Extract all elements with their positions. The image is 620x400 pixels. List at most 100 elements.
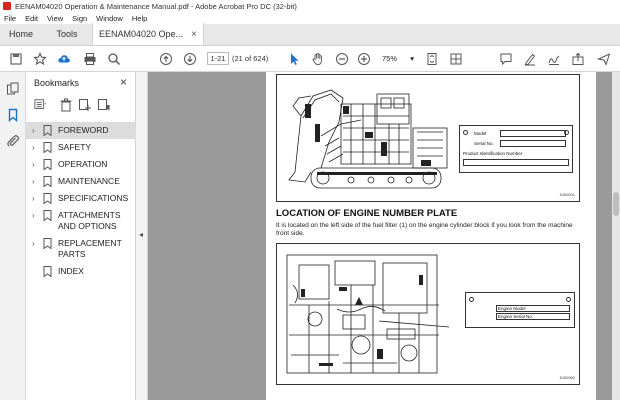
- share-icon[interactable]: [570, 51, 586, 67]
- page-thumbnails-icon[interactable]: [6, 82, 20, 96]
- chevron-right-icon[interactable]: ›: [32, 193, 40, 204]
- bookmark-label: REPLACEMENT PARTS: [58, 238, 122, 259]
- sign-icon[interactable]: [546, 51, 562, 67]
- new-bookmark-icon[interactable]: [78, 98, 92, 112]
- chevron-right-icon[interactable]: ›: [32, 176, 40, 187]
- bookmark-item-attachments[interactable]: › ATTACHMENTS AND OPTIONS: [26, 207, 136, 235]
- bookmark-label: SAFETY: [58, 142, 92, 152]
- add-bookmark-icon[interactable]: [97, 98, 111, 112]
- zoom-search-icon[interactable]: [106, 51, 122, 67]
- cloud-upload-icon[interactable]: [56, 51, 72, 67]
- tab-tools[interactable]: Tools: [42, 23, 92, 45]
- zoom-select[interactable]: 75% ▾: [380, 52, 416, 65]
- title-bar: EENAM04020 Operation & Maintenance Manua…: [0, 0, 620, 12]
- machine-illustration-figure: Model Serial No. Product Identification …: [276, 74, 580, 202]
- figure-code: 5J00002: [559, 375, 575, 380]
- bookmark-icon: [43, 176, 52, 187]
- close-panel-icon[interactable]: ×: [120, 75, 127, 89]
- bookmark-label: FOREWORD: [58, 125, 109, 135]
- bookmark-list: › FOREWORD › SAFETY › OPERATION › MAINTE…: [26, 122, 136, 280]
- save-icon[interactable]: [8, 51, 24, 67]
- plate-serial-label: Serial No.: [474, 141, 494, 146]
- section-heading: LOCATION OF ENGINE NUMBER PLATE: [276, 208, 458, 219]
- attachment-icon[interactable]: [6, 134, 20, 148]
- delete-bookmark-icon[interactable]: [59, 98, 73, 112]
- menu-file[interactable]: File: [4, 14, 16, 23]
- bookmark-icon: [43, 210, 52, 221]
- collapse-panel-icon[interactable]: ◂: [139, 230, 143, 239]
- page-count: (21 of 624): [232, 54, 269, 63]
- chevron-right-icon[interactable]: ›: [32, 125, 40, 136]
- zoom-out-icon[interactable]: [334, 51, 350, 67]
- send-icon[interactable]: [596, 51, 612, 67]
- page-number-input[interactable]: 1-21: [207, 52, 229, 65]
- previous-page-icon[interactable]: [158, 51, 174, 67]
- menu-help[interactable]: Help: [132, 14, 147, 23]
- chevron-right-icon[interactable]: ›: [32, 159, 40, 170]
- menu-sign[interactable]: Sign: [72, 14, 87, 23]
- bookmark-icon: [43, 193, 52, 204]
- bookmark-item-index[interactable]: INDEX: [26, 263, 136, 280]
- tab-document-label: EENAM04020 Ope...: [99, 29, 184, 39]
- plate-engine-serial-label: Engine Serial No.: [498, 314, 534, 319]
- engine-drawing: [286, 254, 449, 374]
- menu-window[interactable]: Window: [96, 14, 123, 23]
- vertical-scrollbar[interactable]: [612, 72, 620, 400]
- section-body-text: It is located on the left side of the fu…: [276, 222, 573, 237]
- menu-edit[interactable]: Edit: [25, 14, 38, 23]
- menu-view[interactable]: View: [47, 14, 63, 23]
- close-icon[interactable]: ×: [191, 29, 197, 40]
- excavator-drawing: [288, 89, 448, 189]
- engine-number-plate: Engine Model Engine Serial No.: [465, 292, 575, 328]
- print-icon[interactable]: [82, 51, 98, 67]
- highlight-pen-icon[interactable]: [522, 51, 538, 67]
- pdf-page: Model Serial No. Product Identification …: [266, 72, 596, 400]
- zoom-in-icon[interactable]: [356, 51, 372, 67]
- next-page-icon[interactable]: [182, 51, 198, 67]
- window-title: EENAM04020 Operation & Maintenance Manua…: [15, 1, 297, 11]
- chevron-right-icon[interactable]: ›: [32, 238, 40, 249]
- bookmark-panel-icon[interactable]: [6, 108, 20, 123]
- bookmark-label: ATTACHMENTS AND OPTIONS: [58, 210, 121, 231]
- scrollbar-thumb[interactable]: [613, 192, 619, 216]
- tab-bar: Home Tools EENAM04020 Ope... ×: [0, 23, 620, 46]
- bookmark-icon: [43, 238, 52, 249]
- bookmark-item-replacement-parts[interactable]: › REPLACEMENT PARTS: [26, 235, 136, 263]
- bookmark-label: OPERATION: [58, 159, 108, 169]
- options-menu-icon[interactable]: [34, 98, 48, 112]
- chevron-down-icon: ▾: [410, 54, 414, 63]
- bookmark-item-specifications[interactable]: › SPECIFICATIONS: [26, 190, 136, 207]
- page-layout-icon[interactable]: [448, 51, 464, 67]
- bookmarks-header: Bookmarks: [34, 78, 80, 88]
- acrobat-icon: [3, 2, 11, 10]
- hand-tool-icon[interactable]: [310, 51, 326, 67]
- tab-document[interactable]: EENAM04020 Ope... ×: [92, 23, 204, 45]
- select-pointer-icon[interactable]: [286, 51, 302, 67]
- bookmarks-toolbar: [34, 98, 116, 112]
- plate-model-label: Model: [474, 131, 487, 136]
- star-icon[interactable]: [32, 51, 48, 67]
- bookmark-item-safety[interactable]: › SAFETY: [26, 139, 136, 156]
- serial-number-plate: Model Serial No. Product Identification …: [459, 125, 573, 173]
- bookmark-item-operation[interactable]: › OPERATION: [26, 156, 136, 173]
- fit-page-icon[interactable]: [424, 51, 440, 67]
- zoom-value: 75%: [382, 54, 398, 63]
- document-viewport[interactable]: Model Serial No. Product Identification …: [148, 72, 612, 400]
- chevron-right-icon[interactable]: ›: [32, 142, 40, 153]
- bookmark-label: SPECIFICATIONS: [58, 193, 129, 203]
- bookmark-icon: [43, 159, 52, 170]
- bookmark-label: MAINTENANCE: [58, 176, 120, 186]
- navigation-rail: [0, 72, 26, 400]
- panel-splitter[interactable]: ◂: [136, 72, 148, 400]
- toolbar: 1-21 (21 of 624) 75% ▾: [0, 46, 620, 72]
- engine-illustration-figure: Engine Model Engine Serial No. 5J00002: [276, 243, 580, 385]
- bookmark-item-maintenance[interactable]: › MAINTENANCE: [26, 173, 136, 190]
- chevron-right-icon[interactable]: ›: [32, 210, 40, 221]
- page-navigator: 1-21 (21 of 624): [207, 52, 268, 65]
- comment-icon[interactable]: [498, 51, 514, 67]
- bookmark-icon: [43, 266, 52, 277]
- figure-code: 5J00001: [559, 192, 575, 197]
- bookmark-item-foreword[interactable]: › FOREWORD: [26, 122, 136, 139]
- tab-home[interactable]: Home: [0, 23, 42, 45]
- bookmark-label: INDEX: [58, 266, 84, 276]
